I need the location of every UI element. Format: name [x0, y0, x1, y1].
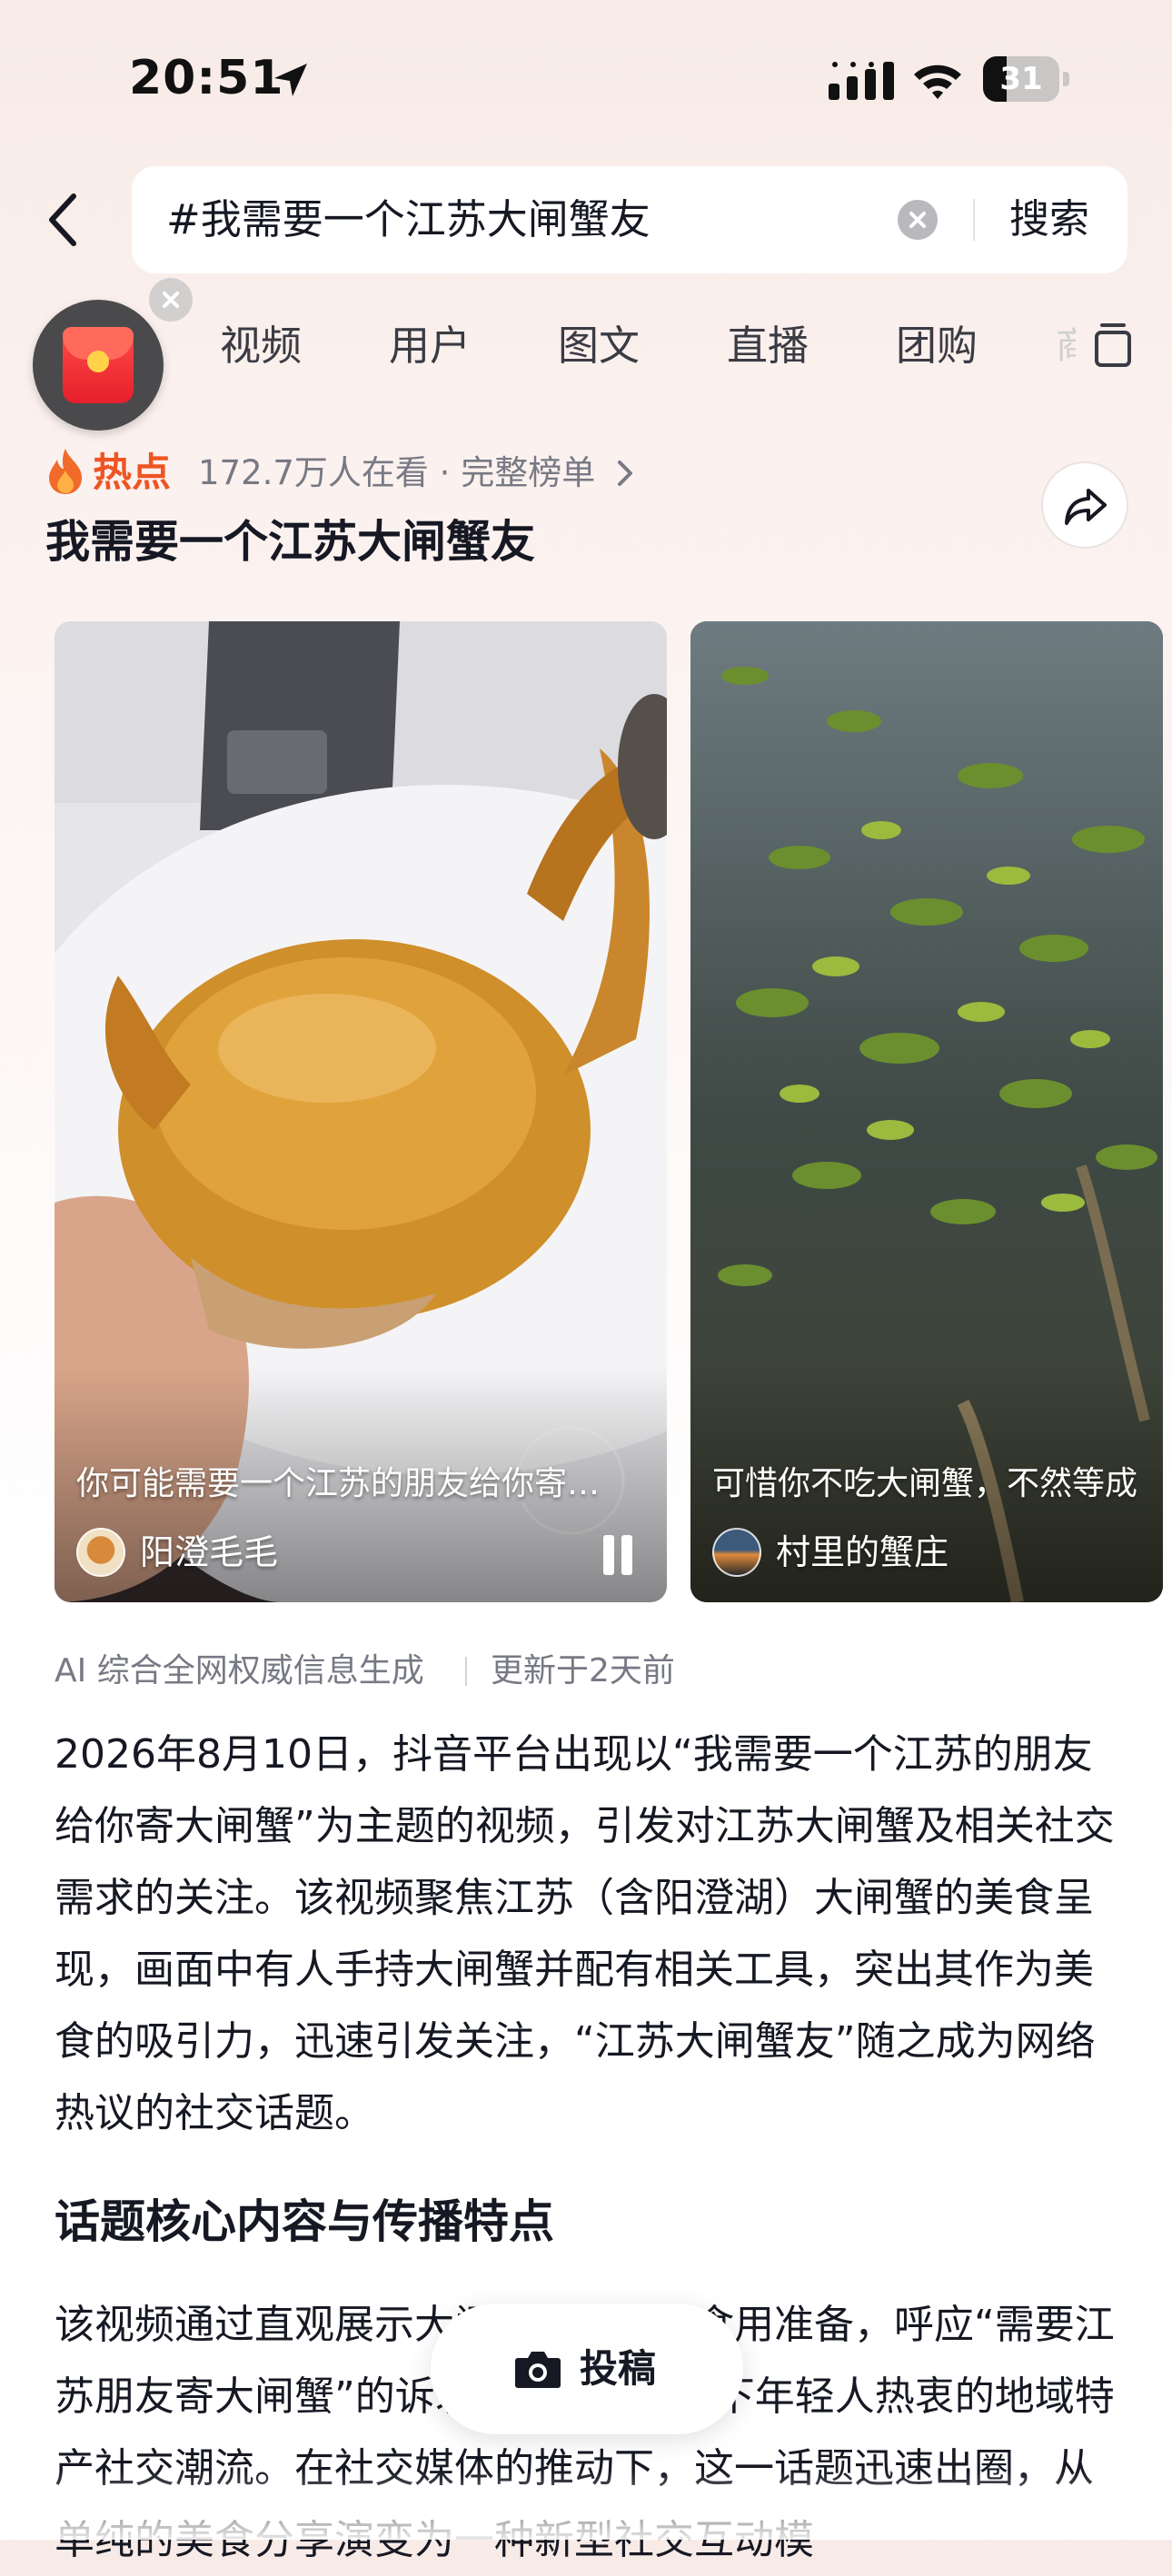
cellular-signal-icon — [829, 62, 894, 100]
divider — [973, 199, 975, 241]
divider — [465, 1657, 467, 1686]
status-time: 20:51 — [129, 51, 284, 105]
share-icon — [1065, 489, 1107, 525]
ai-source-label: AI 综合全网权威信息生成 — [55, 1652, 424, 1689]
updated-time: 更新于2天前 — [491, 1652, 675, 1689]
video-caption: 你可能需要一个江苏的朋友给你寄… — [76, 1465, 601, 1502]
tab-posts[interactable]: 图文 — [558, 318, 640, 374]
search-input[interactable]: #我需要一个江苏大闸蟹友 — [166, 166, 651, 273]
red-packet-float[interactable] — [33, 300, 164, 431]
hot-topic-row[interactable]: 热点 172.7万人在看 · 完整榜单 — [45, 443, 863, 503]
author-name[interactable]: 阳澄毛毛 — [140, 1524, 278, 1580]
post-label: 投稿 — [580, 2346, 657, 2391]
wifi-icon — [914, 64, 961, 99]
back-button[interactable] — [31, 182, 94, 258]
battery-icon: 31 — [983, 56, 1070, 102]
result-tabs: 视频 用户 图文 直播 团购 — [0, 318, 1172, 374]
bottom-fade — [0, 2471, 1172, 2540]
tab-video[interactable]: 视频 — [220, 318, 302, 374]
chevron-left-icon — [49, 193, 76, 246]
video-card[interactable]: 你可能需要一个江苏的朋友给你寄… 阳澄毛毛 — [55, 621, 667, 1602]
author-name[interactable]: 村里的蟹庄 — [776, 1524, 949, 1580]
search-button[interactable]: 搜索 — [1009, 166, 1089, 273]
section-title: 话题核心内容与传播特点 — [55, 2195, 554, 2248]
topic-title: 我需要一个江苏大闸蟹友 — [45, 516, 536, 568]
video-card[interactable]: 可惜你不吃大闸蟹，不然等成 村里的蟹庄 — [690, 621, 1163, 1602]
status-bar: 20:51 31 — [0, 0, 1172, 154]
tab-live[interactable]: 直播 — [727, 318, 809, 374]
red-packet-icon — [63, 327, 134, 403]
fire-icon — [49, 449, 82, 494]
close-icon[interactable] — [149, 278, 193, 322]
hot-label: 热点 — [93, 451, 171, 496]
camera-icon — [515, 2352, 561, 2388]
battery-percent: 31 — [999, 61, 1043, 97]
search-box[interactable]: #我需要一个江苏大闸蟹友 搜索 — [132, 166, 1127, 273]
tab-shop-partial[interactable]: 商 — [1056, 318, 1076, 374]
tab-users[interactable]: 用户 — [389, 318, 471, 374]
post-button[interactable]: 投稿 — [431, 2304, 743, 2434]
tab-groupbuy[interactable]: 团购 — [896, 318, 978, 374]
video-caption: 可惜你不吃大闸蟹，不然等成 — [712, 1465, 1138, 1502]
clear-icon[interactable] — [898, 200, 938, 240]
location-arrow-icon — [274, 64, 307, 96]
share-button[interactable] — [1041, 461, 1128, 549]
chevron-right-icon — [618, 461, 632, 486]
hot-meta[interactable]: 172.7万人在看 · 完整榜单 — [198, 443, 595, 503]
avatar[interactable] — [76, 1528, 125, 1577]
pause-icon[interactable] — [600, 1535, 636, 1575]
article-paragraph: 2026年8月10日，抖音平台出现以“我需要一个江苏的朋友给你寄大闸蟹”为主题的… — [55, 1731, 1115, 2136]
avatar[interactable] — [712, 1528, 761, 1577]
filter-icon[interactable] — [1090, 320, 1136, 371]
